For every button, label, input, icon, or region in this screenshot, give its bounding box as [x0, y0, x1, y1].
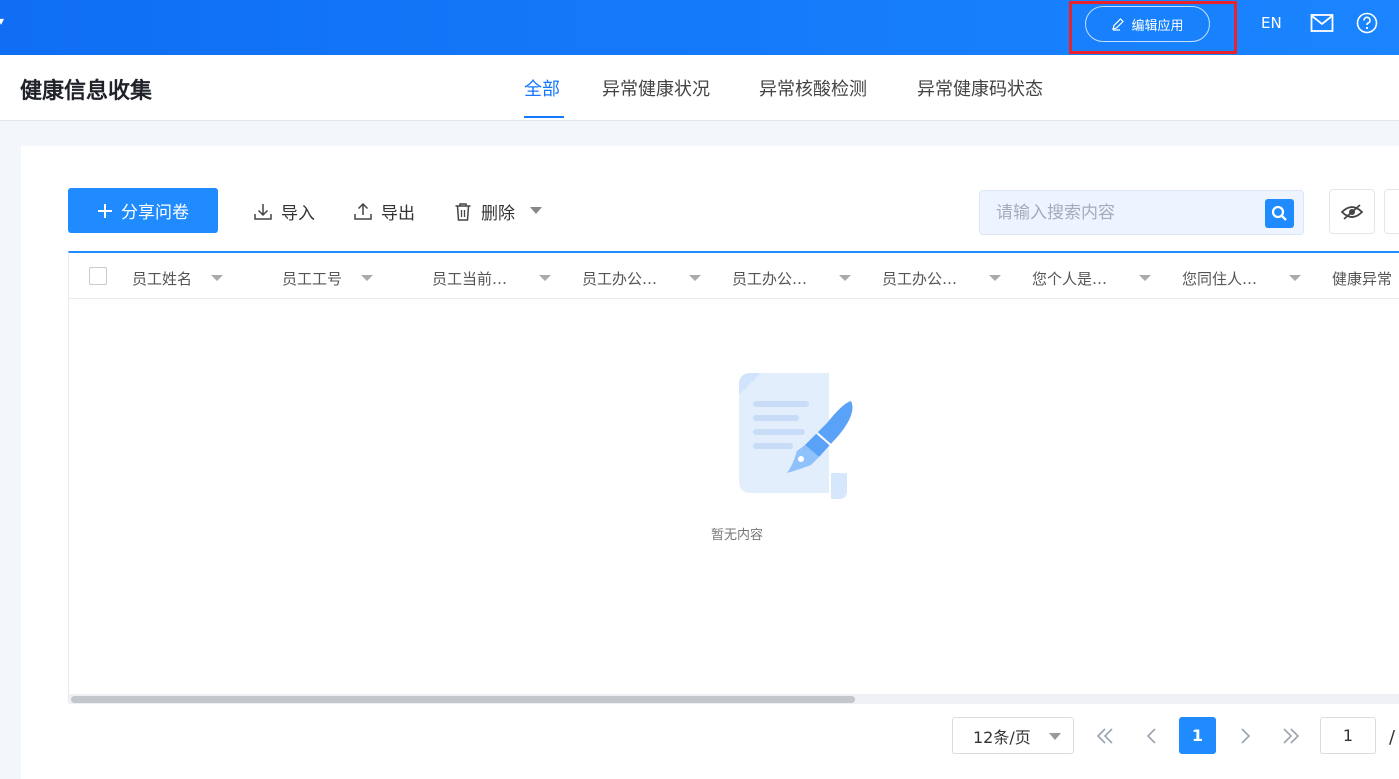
- column-header: 员工姓名: [132, 270, 193, 288]
- eye-off-icon: [1341, 203, 1363, 220]
- language-toggle[interactable]: EN: [1261, 14, 1282, 32]
- sort-caret-icon[interactable]: [539, 275, 551, 281]
- active-tab-indicator: [524, 116, 564, 118]
- tab-abnormal-health-code[interactable]: 异常健康码状态: [917, 75, 1043, 101]
- delete-dropdown-caret-icon[interactable]: [530, 207, 542, 214]
- chevron-down-icon[interactable]: ▾: [0, 14, 4, 28]
- sort-caret-icon[interactable]: [1139, 275, 1151, 281]
- share-survey-label: 分享问卷: [121, 203, 189, 223]
- select-all-checkbox[interactable]: [89, 267, 107, 285]
- table-header: 员工姓名 员工工号 员工当前… 员工办公… 员工办公… 员工办公… 您个人是… …: [69, 253, 1399, 299]
- page-separator: /: [1389, 727, 1396, 748]
- tab-all[interactable]: 全部: [524, 75, 560, 101]
- empty-state-text: 暂无内容: [69, 524, 1399, 543]
- mail-icon[interactable]: [1310, 13, 1334, 33]
- sort-caret-icon[interactable]: [689, 275, 701, 281]
- horizontal-scrollbar[interactable]: [69, 694, 1399, 704]
- data-table: 员工姓名 员工工号 员工当前… 员工办公… 员工办公… 员工办公… 您个人是… …: [68, 251, 1399, 704]
- column-header: 员工办公…: [582, 270, 658, 288]
- export-label: 导出: [381, 204, 415, 224]
- import-button[interactable]: 导入: [253, 199, 315, 224]
- page-size-select[interactable]: 12条/页: [952, 717, 1074, 754]
- sort-caret-icon[interactable]: [839, 275, 851, 281]
- page-jump-input[interactable]: [1320, 717, 1376, 754]
- tab-abnormal-health[interactable]: 异常健康状况: [602, 75, 710, 101]
- column-header: 员工工号: [282, 270, 343, 288]
- page-size-label: 12条/页: [973, 727, 1031, 747]
- empty-state-label: 暂无内容: [710, 528, 763, 543]
- sort-caret-icon[interactable]: [211, 275, 223, 281]
- next-page-icon[interactable]: [1235, 725, 1255, 747]
- column-header: 健康异常: [1332, 270, 1393, 288]
- sort-caret-icon[interactable]: [1289, 275, 1301, 281]
- top-bar: ▾ 编辑应用 EN: [0, 0, 1399, 55]
- first-page-icon[interactable]: [1095, 725, 1115, 747]
- trash-icon: [455, 202, 471, 221]
- column-header: 您同住人…: [1182, 270, 1258, 288]
- delete-button[interactable]: 删除: [453, 199, 515, 224]
- prev-page-icon[interactable]: [1142, 725, 1162, 747]
- help-icon[interactable]: [1356, 12, 1378, 34]
- chevron-down-icon: [1049, 733, 1061, 740]
- page-title: 健康信息收集: [20, 79, 153, 104]
- share-survey-button[interactable]: 分享问卷: [68, 188, 218, 233]
- export-button[interactable]: 导出: [353, 199, 415, 224]
- last-page-icon[interactable]: [1281, 725, 1301, 747]
- settings-button[interactable]: [1384, 189, 1399, 234]
- download-icon: [254, 203, 272, 220]
- sort-caret-icon[interactable]: [361, 275, 373, 281]
- search-icon: [1271, 205, 1287, 221]
- column-header: 员工办公…: [732, 270, 808, 288]
- plus-icon: [98, 203, 112, 218]
- upload-icon: [354, 202, 372, 220]
- current-page-button[interactable]: 1: [1179, 717, 1216, 754]
- column-header: 员工办公…: [882, 270, 958, 288]
- scrollbar-thumb[interactable]: [71, 696, 855, 703]
- column-header: 员工当前…: [432, 270, 508, 288]
- page-header: 健康信息收集 全部 异常健康状况 异常核酸检测 异常健康码状态: [0, 55, 1399, 121]
- empty-state-illustration: [739, 373, 853, 499]
- pencil-icon: [1112, 18, 1125, 31]
- sort-caret-icon[interactable]: [989, 275, 1001, 281]
- delete-label: 删除: [481, 204, 515, 224]
- import-label: 导入: [281, 204, 315, 224]
- edit-app-label: 编辑应用: [1131, 18, 1184, 34]
- column-header: 您个人是…: [1032, 270, 1108, 288]
- search-box: [979, 190, 1304, 235]
- toggle-visibility-button[interactable]: [1329, 189, 1375, 234]
- tab-abnormal-nucleic-test[interactable]: 异常核酸检测: [759, 75, 867, 101]
- search-input[interactable]: [980, 191, 1260, 234]
- edit-app-button[interactable]: 编辑应用: [1085, 6, 1210, 42]
- search-button[interactable]: [1265, 199, 1294, 228]
